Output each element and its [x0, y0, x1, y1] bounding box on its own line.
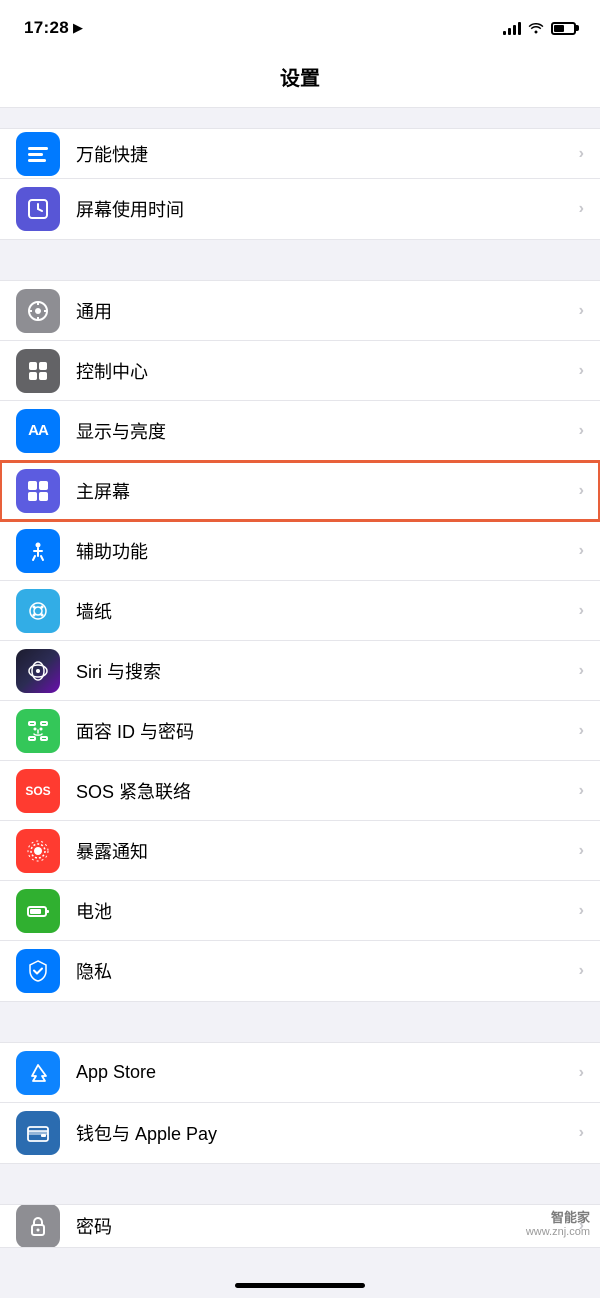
row-siri[interactable]: Siri 与搜索 ›	[0, 641, 600, 701]
section-top-partial: 万能快捷 › 屏幕使用时间 ›	[0, 128, 600, 240]
controlcenter-label: 控制中心	[76, 358, 579, 384]
watermark-url: www.znj.com	[526, 1226, 590, 1238]
faceid-chevron: ›	[579, 722, 584, 740]
accessibility-chevron: ›	[579, 542, 584, 560]
row-controlcenter[interactable]: 控制中心 ›	[0, 341, 600, 401]
siri-label: Siri 与搜索	[76, 658, 579, 684]
section-main: 通用 › 控制中心 › AA 显示与亮度 ›	[0, 280, 600, 1002]
spacer-3	[0, 1164, 600, 1184]
row-display[interactable]: AA 显示与亮度 ›	[0, 401, 600, 461]
sos-label: SOS 紧急联络	[76, 778, 579, 804]
wallet-icon	[16, 1111, 60, 1155]
sos-chevron: ›	[579, 782, 584, 800]
location-icon: ▶	[73, 20, 83, 36]
signal-icon	[503, 21, 521, 35]
row-exposure[interactable]: 暴露通知 ›	[0, 821, 600, 881]
screentime-icon	[16, 187, 60, 231]
status-icons	[503, 20, 576, 37]
row-faceid[interactable]: 面容 ID 与密码 ›	[0, 701, 600, 761]
exposure-icon	[16, 829, 60, 873]
screentime-label: 屏幕使用时间	[76, 196, 579, 222]
wallet-chevron: ›	[579, 1124, 584, 1142]
row-password[interactable]: 密码 ›	[0, 1205, 600, 1247]
general-label: 通用	[76, 298, 579, 324]
row-screentime[interactable]: 屏幕使用时间 ›	[0, 179, 600, 239]
row-accessibility[interactable]: 辅助功能 ›	[0, 521, 600, 581]
battery-icon	[551, 22, 576, 35]
battery-chevron: ›	[579, 902, 584, 920]
wifi-icon	[527, 20, 545, 37]
wallpaper-icon	[16, 589, 60, 633]
wallpaper-label: 墙纸	[76, 598, 579, 624]
row-privacy[interactable]: 隐私 ›	[0, 941, 600, 1001]
shortcut-icon	[16, 132, 60, 176]
status-bar: 17:28 ▶	[0, 0, 600, 50]
siri-chevron: ›	[579, 662, 584, 680]
spacer-1	[0, 240, 600, 260]
display-label: 显示与亮度	[76, 418, 579, 444]
accessibility-icon	[16, 529, 60, 573]
wallpaper-chevron: ›	[579, 602, 584, 620]
sos-icon: SOS	[16, 769, 60, 813]
status-time: 17:28	[24, 18, 69, 38]
exposure-label: 暴露通知	[76, 838, 579, 864]
privacy-label: 隐私	[76, 958, 579, 984]
appstore-label: App Store	[76, 1062, 579, 1083]
section-apps: App Store › 钱包与 Apple Pay ›	[0, 1042, 600, 1164]
privacy-chevron: ›	[579, 962, 584, 980]
homescreen-icon	[16, 469, 60, 513]
section-bottom-partial: 密码 ›	[0, 1204, 600, 1248]
controlcenter-chevron: ›	[579, 362, 584, 380]
row-sos[interactable]: SOS SOS 紧急联络 ›	[0, 761, 600, 821]
general-chevron: ›	[579, 302, 584, 320]
general-icon	[16, 289, 60, 333]
accessibility-label: 辅助功能	[76, 538, 579, 564]
battery-row-icon	[16, 889, 60, 933]
home-indicator	[235, 1283, 365, 1288]
display-chevron: ›	[579, 422, 584, 440]
appstore-icon	[16, 1051, 60, 1095]
row-appstore[interactable]: App Store ›	[0, 1043, 600, 1103]
row-general[interactable]: 通用 ›	[0, 281, 600, 341]
homescreen-chevron: ›	[579, 482, 584, 500]
password-label: 密码	[76, 1213, 579, 1239]
faceid-icon	[16, 709, 60, 753]
watermark-brand: 智能家	[526, 1207, 590, 1226]
row-homescreen[interactable]: 主屏幕 ›	[0, 461, 600, 521]
privacy-icon	[16, 949, 60, 993]
wallet-label: 钱包与 Apple Pay	[76, 1120, 579, 1146]
shortcut-chevron: ›	[579, 145, 584, 163]
screentime-chevron: ›	[579, 200, 584, 218]
spacer-2	[0, 1002, 600, 1022]
faceid-label: 面容 ID 与密码	[76, 718, 579, 744]
siri-icon	[16, 649, 60, 693]
password-icon	[16, 1205, 60, 1247]
page-title: 设置	[0, 50, 600, 108]
watermark: 智能家 www.znj.com	[526, 1207, 590, 1238]
display-icon: AA	[16, 409, 60, 453]
controlcenter-icon	[16, 349, 60, 393]
homescreen-label: 主屏幕	[76, 478, 579, 504]
row-shortcut[interactable]: 万能快捷 ›	[0, 129, 600, 179]
row-wallpaper[interactable]: 墙纸 ›	[0, 581, 600, 641]
exposure-chevron: ›	[579, 842, 584, 860]
row-wallet[interactable]: 钱包与 Apple Pay ›	[0, 1103, 600, 1163]
battery-label: 电池	[76, 898, 579, 924]
row-battery[interactable]: 电池 ›	[0, 881, 600, 941]
shortcut-label: 万能快捷	[76, 141, 579, 167]
appstore-chevron: ›	[579, 1064, 584, 1082]
